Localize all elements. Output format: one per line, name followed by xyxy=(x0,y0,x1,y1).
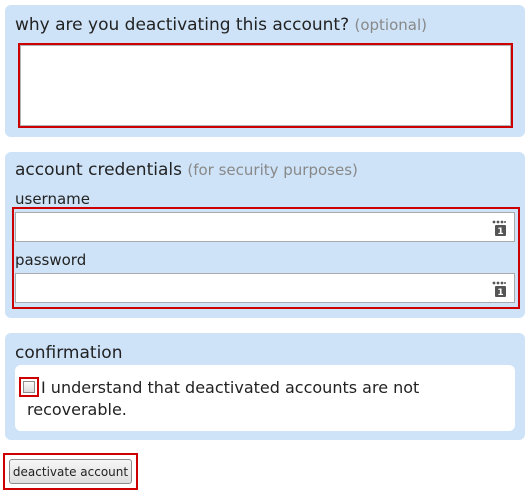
username-input[interactable] xyxy=(16,213,486,241)
credentials-section: account credentials (for security purpos… xyxy=(5,152,525,318)
deactivate-account-button[interactable]: deactivate account xyxy=(9,459,132,484)
username-label: username xyxy=(15,190,90,208)
credentials-title-text: account credentials xyxy=(15,160,182,180)
reason-optional-note: (optional) xyxy=(354,16,428,34)
confirm-checkbox-label[interactable]: I understand that deactivated accounts a… xyxy=(27,377,467,421)
password-input[interactable] xyxy=(16,274,486,302)
credentials-security-note: (for security purposes) xyxy=(187,161,358,179)
confirmation-section: confirmation I understand that deactivat… xyxy=(5,333,525,440)
svg-text:1: 1 xyxy=(497,288,503,297)
confirm-checkbox[interactable] xyxy=(23,381,35,393)
confirmation-section-title: confirmation xyxy=(15,343,123,363)
confirm-checkbox-highlight xyxy=(19,377,39,397)
credentials-section-title: account credentials (for security purpos… xyxy=(15,160,358,180)
password-manager-icon[interactable]: 1 xyxy=(492,220,506,236)
password-field-wrapper: 1 xyxy=(15,273,515,303)
reason-textarea[interactable] xyxy=(20,45,511,126)
deactivate-button-highlight: deactivate account xyxy=(3,453,138,490)
password-manager-icon[interactable]: 1 xyxy=(492,281,506,297)
reason-section: why are you deactivating this account? (… xyxy=(5,5,525,137)
username-field-wrapper: 1 xyxy=(15,212,515,242)
password-label: password xyxy=(15,251,87,269)
reason-section-title: why are you deactivating this account? (… xyxy=(15,15,427,35)
confirmation-box: I understand that deactivated accounts a… xyxy=(15,365,515,431)
reason-textarea-highlight xyxy=(18,43,513,128)
reason-title-text: why are you deactivating this account? xyxy=(15,15,350,35)
svg-text:1: 1 xyxy=(497,227,503,236)
